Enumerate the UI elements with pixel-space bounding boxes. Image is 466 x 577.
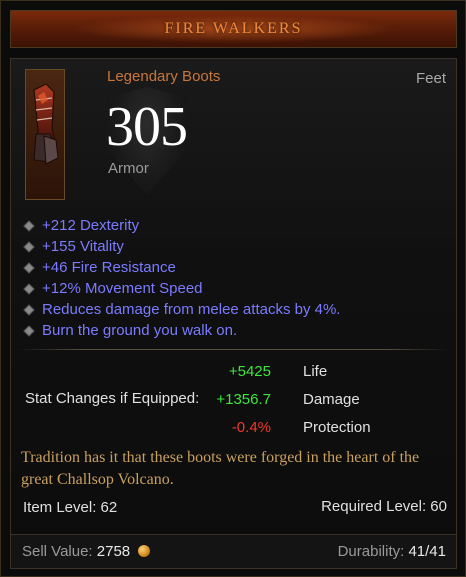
durability: Durability: 41/41 <box>338 543 446 560</box>
affix-item: Burn the ground you walk on. <box>21 320 441 341</box>
stat-change-value: -0.4% <box>231 419 271 436</box>
divider <box>18 349 449 350</box>
stat-change-name: Damage <box>303 391 360 408</box>
bullet-icon <box>23 240 35 253</box>
item-slot: Feet <box>415 70 446 87</box>
durability-label: Durability: <box>337 543 405 560</box>
stat-change-name: Protection <box>303 419 371 436</box>
boots-icon <box>25 69 65 200</box>
stat-change-row: -0.4% Protection <box>141 419 441 441</box>
item-details-panel: Legendary Boots Feet 305 Armor +212 Dext… <box>10 58 457 569</box>
sell-value-amount: 2758 <box>96 543 131 560</box>
affix-list: +212 Dexterity +155 Vitality +46 Fire Re… <box>21 215 441 341</box>
gold-coin-icon <box>138 545 151 557</box>
stat-change-name: Life <box>303 363 328 380</box>
affix-text: Burn the ground you walk on. <box>42 322 238 339</box>
affix-text: Reduces damage from melee attacks by 4%. <box>42 301 341 318</box>
boots-icon-art <box>33 83 59 165</box>
stat-change-row: +1356.7 Damage <box>141 391 441 413</box>
flavor-text: Tradition has it that these boots were f… <box>21 449 420 488</box>
bullet-icon <box>23 303 35 316</box>
affix-text: +212 Dexterity <box>42 217 140 234</box>
item-name: FIRE WALKERS <box>164 20 303 37</box>
affix-item: +12% Movement Speed <box>21 278 441 299</box>
affix-item: +212 Dexterity <box>21 215 441 236</box>
item-tooltip: FIRE WALKERS Legendary Boots Feet 305 Ar… <box>0 0 466 577</box>
affix-item: +46 Fire Resistance <box>21 257 441 278</box>
bullet-icon <box>23 219 35 232</box>
sell-value-label: Sell Value: <box>22 543 93 560</box>
affix-item: Reduces damage from melee attacks by 4%. <box>21 299 441 320</box>
item-title-bar: FIRE WALKERS <box>10 10 457 48</box>
stat-change-value: +5425 <box>228 363 271 380</box>
bullet-icon <box>23 324 35 337</box>
item-level: Item Level: 62 <box>23 499 118 516</box>
required-level: Required Level: 60 <box>321 498 447 515</box>
stat-change-row: +5425 Life <box>141 363 441 385</box>
affix-text: +46 Fire Resistance <box>42 259 176 276</box>
bullet-icon <box>23 282 35 295</box>
affix-item: +155 Vitality <box>21 236 441 257</box>
bullet-icon <box>23 261 35 274</box>
armor-label: Armor <box>108 160 149 177</box>
durability-value: 41/41 <box>408 543 446 560</box>
item-type: Legendary Boots <box>107 68 221 85</box>
tooltip-footer: Sell Value: 2758 Durability: 41/41 <box>10 534 457 569</box>
stat-change-value: +1356.7 <box>216 391 271 408</box>
affix-text: +12% Movement Speed <box>42 280 203 297</box>
sell-value: Sell Value: 2758 <box>22 543 151 560</box>
armor-value: 305 <box>106 96 188 158</box>
affix-text: +155 Vitality <box>42 238 124 255</box>
